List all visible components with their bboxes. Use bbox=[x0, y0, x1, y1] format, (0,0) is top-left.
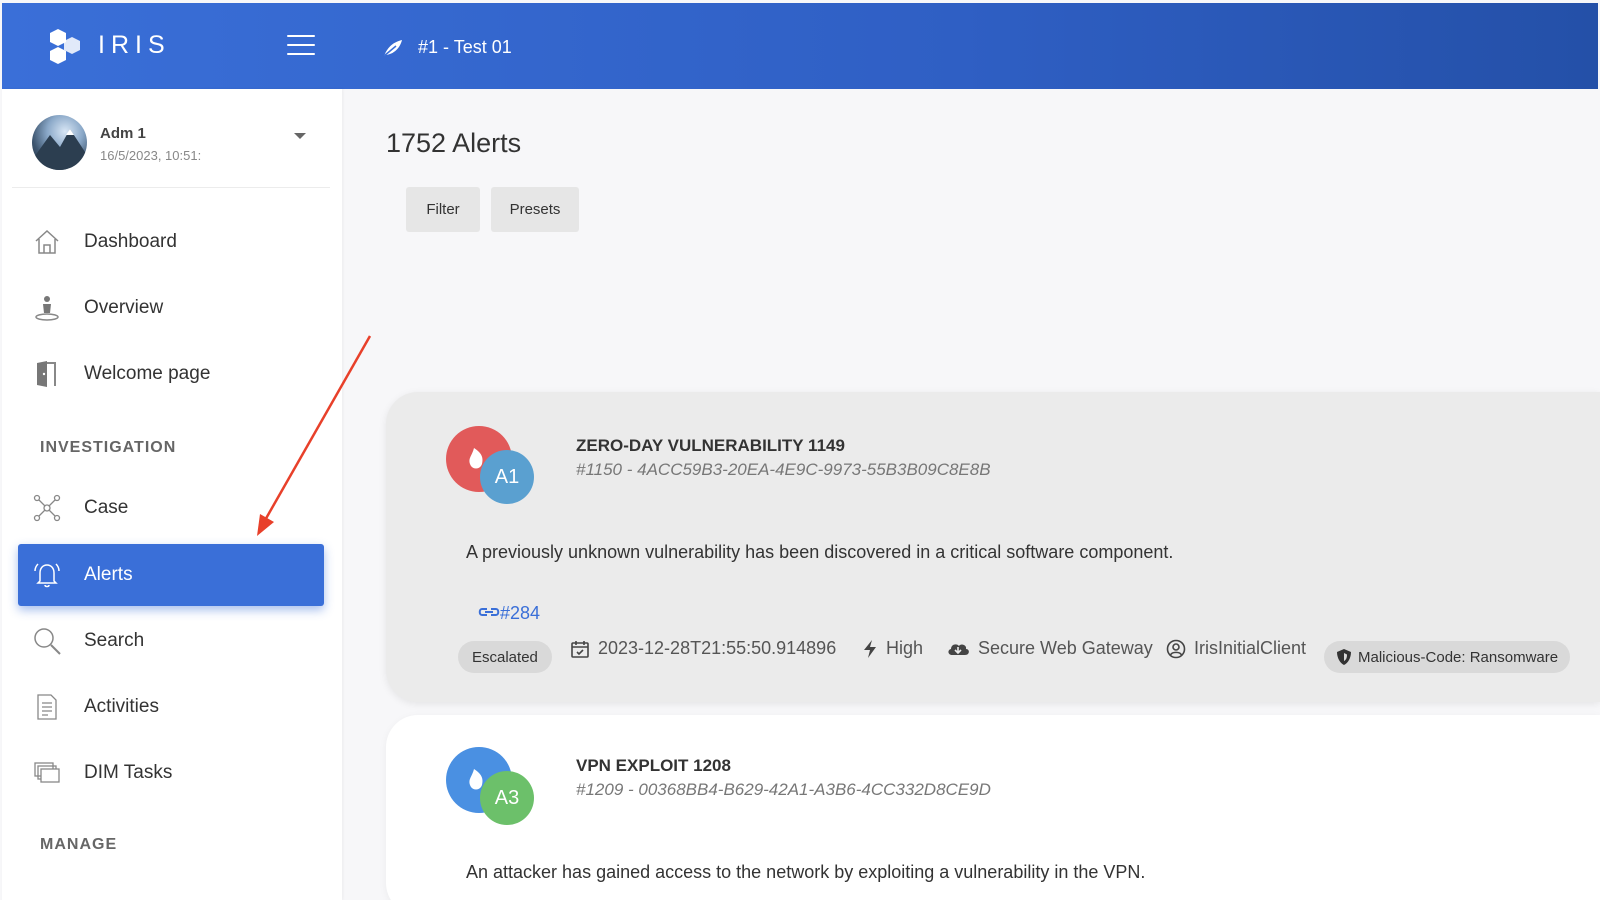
section-label-investigation: INVESTIGATION bbox=[40, 439, 177, 456]
page-title: 1752 Alerts bbox=[386, 128, 522, 158]
filter-button[interactable]: Filter bbox=[406, 187, 480, 232]
alert-title[interactable]: VPN EXPLOIT 1208 bbox=[576, 756, 731, 776]
alert-title[interactable]: ZERO-DAY VULNERABILITY 1149 bbox=[576, 436, 845, 456]
client-text: IrisInitialClient bbox=[1194, 638, 1307, 658]
sidebar-item-case[interactable]: Case bbox=[18, 477, 324, 539]
source-text: Secure Web Gateway bbox=[978, 638, 1153, 658]
shield-icon bbox=[1337, 649, 1351, 665]
sidebar-item-label: Activities bbox=[84, 696, 159, 717]
sidebar-item-dim-tasks[interactable]: DIM Tasks bbox=[18, 742, 324, 804]
sidebar-item-dashboard[interactable]: Dashboard bbox=[18, 211, 324, 273]
divider bbox=[12, 187, 330, 188]
menu-toggle-icon[interactable] bbox=[287, 35, 315, 57]
user-circle-icon bbox=[1166, 639, 1186, 658]
alert-id: #1209 - 00368BB4-B629-42A1-A3B6-4CC332D8… bbox=[576, 780, 991, 799]
sidebar-item-label: Alerts bbox=[84, 564, 133, 585]
bolt-icon bbox=[864, 639, 876, 658]
sidebar-item-label: Case bbox=[84, 497, 129, 518]
classification-badge[interactable]: Malicious-Code: Ransomware bbox=[1324, 641, 1571, 673]
sidebar-item-activities[interactable]: Activities bbox=[18, 676, 324, 738]
alert-card[interactable]: A1 ZERO-DAY VULNERABILITY 1149 #1150 - 4… bbox=[386, 392, 1600, 702]
cloud-download-icon bbox=[948, 643, 969, 655]
user-name: Adm 1 bbox=[100, 125, 146, 142]
mountain-icon bbox=[32, 129, 87, 170]
stack-icon bbox=[32, 758, 62, 788]
alert-description: An attacker has gained access to the net… bbox=[466, 862, 1146, 882]
brand-name: IRIS bbox=[98, 31, 171, 59]
sidebar-item-search[interactable]: Search bbox=[18, 610, 324, 672]
linked-case-link[interactable]: #284 bbox=[478, 603, 540, 624]
chevron-down-icon[interactable] bbox=[294, 133, 306, 139]
sidebar-item-label: Welcome page bbox=[84, 363, 211, 384]
alert-source: Secure Web Gateway bbox=[946, 638, 1153, 659]
alert-description: A previously unknown vulnerability has b… bbox=[466, 542, 1174, 562]
avatar[interactable] bbox=[32, 115, 87, 170]
current-case-title[interactable]: #1 - Test 01 bbox=[418, 37, 512, 58]
person-pin-icon bbox=[32, 293, 62, 323]
home-icon bbox=[32, 227, 62, 257]
top-bar: IRIS #1 - Test 01 bbox=[2, 3, 1598, 89]
sidebar-item-alerts[interactable]: Alerts bbox=[18, 544, 324, 606]
door-icon bbox=[32, 359, 62, 389]
section-label-manage: MANAGE bbox=[40, 836, 118, 853]
classification-text: Malicious-Code: Ransomware bbox=[1358, 648, 1559, 666]
network-icon bbox=[32, 493, 62, 523]
calendar-icon bbox=[571, 640, 589, 658]
alert-owner-badge: A3 bbox=[480, 771, 534, 825]
document-icon bbox=[32, 692, 62, 722]
leaf-icon bbox=[383, 40, 402, 57]
search-icon bbox=[32, 626, 62, 656]
status-badge[interactable]: Escalated bbox=[458, 641, 552, 673]
alert-severity: High bbox=[862, 638, 923, 659]
user-login-date: 16/5/2023, 10:51: bbox=[100, 148, 202, 163]
link-icon bbox=[478, 608, 500, 616]
user-panel: Adm 1 16/5/2023, 10:51: bbox=[32, 115, 312, 175]
linked-case-id: #284 bbox=[500, 603, 541, 623]
sidebar-item-welcome-page[interactable]: Welcome page bbox=[18, 343, 324, 405]
bell-icon bbox=[32, 560, 62, 590]
sidebar-item-label: Dashboard bbox=[84, 231, 177, 252]
sidebar-item-label: Search bbox=[84, 630, 145, 651]
alert-card[interactable]: A3 VPN EXPLOIT 1208 #1209 - 00368BB4-B62… bbox=[386, 715, 1600, 900]
alert-timestamp: 2023-12-28T21:55:50.914896 bbox=[570, 638, 836, 659]
iris-logo-icon[interactable] bbox=[46, 27, 86, 67]
sidebar-item-label: DIM Tasks bbox=[84, 762, 173, 783]
alert-owner-badge: A1 bbox=[480, 450, 534, 504]
sidebar-item-overview[interactable]: Overview bbox=[18, 277, 324, 339]
sidebar: Adm 1 16/5/2023, 10:51: Dashboard Overvi… bbox=[2, 89, 342, 900]
presets-button[interactable]: Presets bbox=[491, 187, 579, 232]
severity-text: High bbox=[886, 638, 924, 658]
timestamp-text: 2023-12-28T21:55:50.914896 bbox=[598, 638, 837, 658]
alert-client: IrisInitialClient bbox=[1166, 638, 1306, 659]
sidebar-item-label: Overview bbox=[84, 297, 164, 318]
alert-id: #1150 - 4ACC59B3-20EA-4E9C-9973-55B3B09C… bbox=[576, 460, 991, 479]
